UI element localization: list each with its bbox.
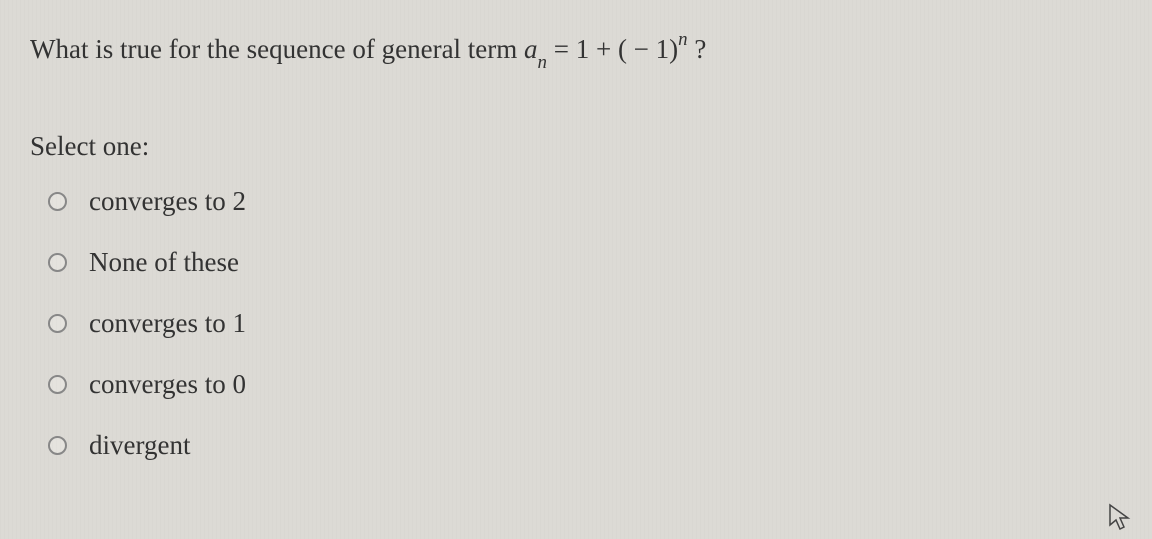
- option-label: converges to 0: [89, 369, 246, 400]
- options-group: converges to 2 None of these converges t…: [30, 186, 1122, 461]
- option-converges-0[interactable]: converges to 0: [48, 369, 1122, 400]
- option-label: None of these: [89, 247, 239, 278]
- formula-sup: n: [678, 29, 687, 50]
- cursor-icon: [1108, 503, 1132, 531]
- question-text: What is true for the sequence of general…: [30, 30, 1122, 73]
- question-suffix: ?: [694, 34, 706, 64]
- question-prefix: What is true for the sequence of general…: [30, 34, 517, 64]
- select-one-label: Select one:: [30, 131, 1122, 162]
- option-converges-2[interactable]: converges to 2: [48, 186, 1122, 217]
- option-label: divergent: [89, 430, 190, 461]
- option-label: converges to 1: [89, 308, 246, 339]
- formula-sub: n: [538, 52, 547, 73]
- formula-mid: = 1 + ( − 1): [554, 34, 678, 64]
- radio-icon: [48, 253, 67, 272]
- radio-icon: [48, 375, 67, 394]
- option-converges-1[interactable]: converges to 1: [48, 308, 1122, 339]
- option-divergent[interactable]: divergent: [48, 430, 1122, 461]
- option-none[interactable]: None of these: [48, 247, 1122, 278]
- formula-var: a: [524, 34, 538, 64]
- radio-icon: [48, 314, 67, 333]
- radio-icon: [48, 192, 67, 211]
- radio-icon: [48, 436, 67, 455]
- option-label: converges to 2: [89, 186, 246, 217]
